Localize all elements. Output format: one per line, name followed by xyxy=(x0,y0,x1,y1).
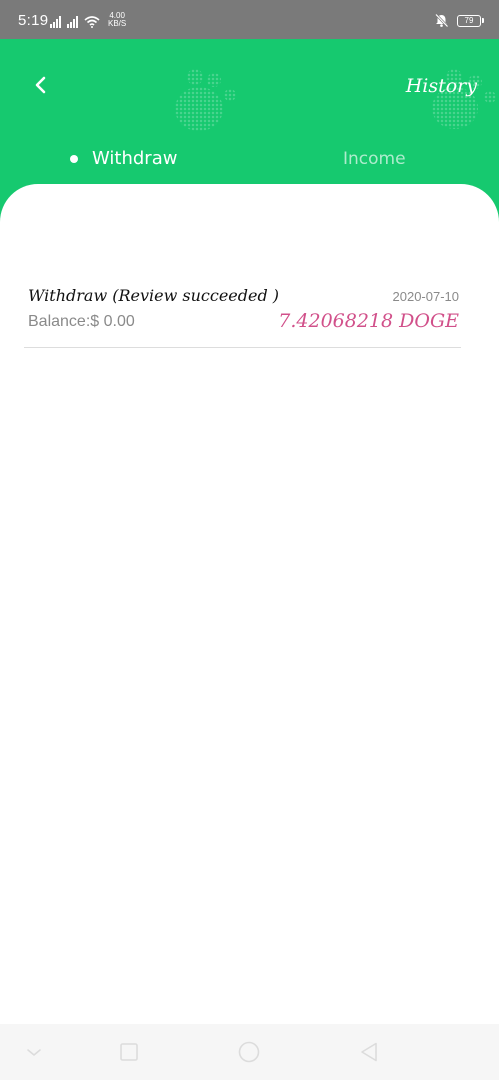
paw-decoration xyxy=(175,87,223,131)
record-balance: Balance:$ 0.00 xyxy=(28,313,135,330)
active-tab-dot xyxy=(70,154,78,163)
chevron-left-icon xyxy=(35,76,46,94)
history-link[interactable]: History xyxy=(406,75,477,97)
status-icons-left: 4.00 KB/S xyxy=(50,12,126,28)
paw-decoration-toe xyxy=(484,91,496,103)
status-bar: 5:19 4.00 KB/S 79 xyxy=(0,0,499,39)
system-nav-bar xyxy=(0,1024,499,1080)
status-time: 5:19 xyxy=(18,12,49,29)
chevron-down-icon xyxy=(27,1049,41,1056)
record-date: 2020-07-10 xyxy=(392,289,460,304)
network-speed-unit: KB/S xyxy=(108,19,127,28)
square-recents-icon xyxy=(120,1043,138,1061)
tab-income[interactable]: Income xyxy=(343,149,406,169)
paw-decoration-toe xyxy=(207,73,221,87)
triangle-back-icon xyxy=(361,1042,377,1062)
circle-home-icon xyxy=(238,1041,260,1063)
paw-decoration-toe xyxy=(187,69,203,85)
bell-muted-icon xyxy=(435,13,449,28)
network-speed: 4.00 KB/S xyxy=(108,12,126,28)
list-item[interactable]: Withdraw (Review succeeded ) 2020-07-10 … xyxy=(24,284,461,348)
signal-icon-secondary xyxy=(67,16,78,28)
tab-withdraw[interactable]: Withdraw xyxy=(70,148,177,169)
paw-decoration-toe xyxy=(224,89,236,101)
records-list: Withdraw (Review succeeded ) 2020-07-10 … xyxy=(0,184,499,1024)
tab-withdraw-label: Withdraw xyxy=(92,148,178,169)
record-title: Withdraw (Review succeeded ) xyxy=(28,286,280,305)
record-amount: 7.42068218 DOGE xyxy=(278,310,459,332)
nav-recents-button[interactable] xyxy=(117,1040,141,1064)
status-icons-right: 79 xyxy=(434,13,484,28)
nav-collapse-button[interactable] xyxy=(22,1040,46,1064)
battery-icon: 79 xyxy=(457,14,484,27)
signal-icon xyxy=(50,16,61,28)
nav-home-button[interactable] xyxy=(237,1040,261,1064)
back-button[interactable] xyxy=(28,71,54,99)
wifi-icon xyxy=(84,16,100,28)
nav-back-button[interactable] xyxy=(357,1040,381,1064)
